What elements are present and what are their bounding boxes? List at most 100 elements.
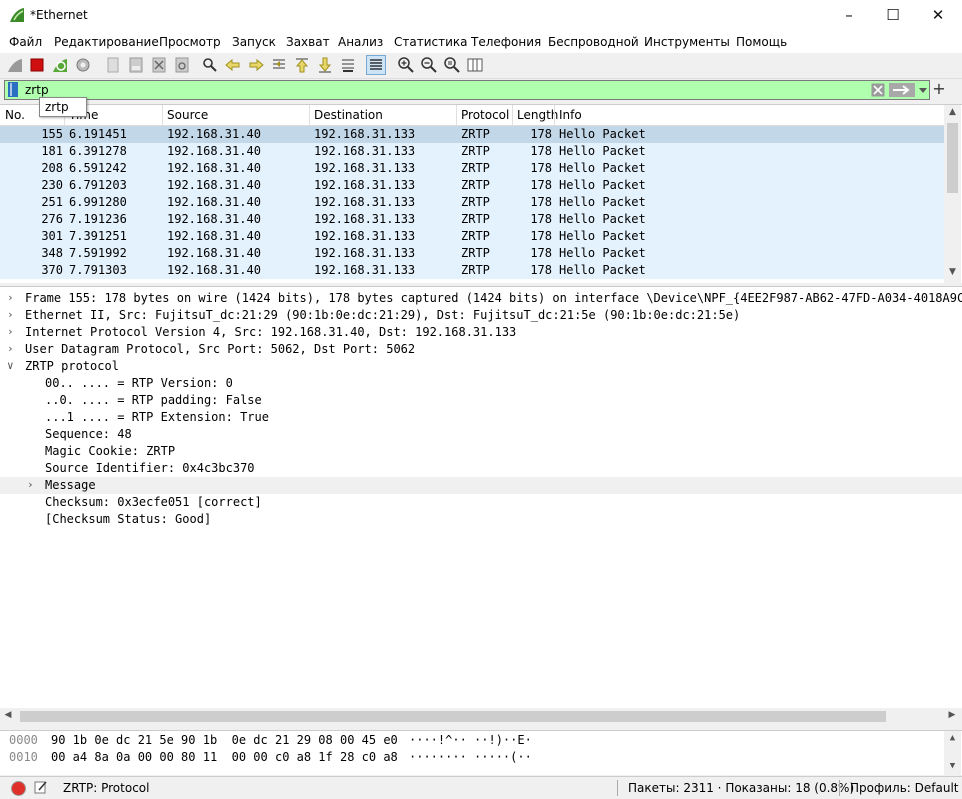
stop-icon[interactable]: [28, 56, 46, 74]
detail-text: Message: [45, 478, 96, 492]
detail-tree-item[interactable]: › Message: [0, 477, 962, 494]
clear-filter-icon[interactable]: [871, 83, 885, 97]
menu-analyze[interactable]: Анализ: [338, 35, 383, 49]
menu-help[interactable]: Помощь: [736, 35, 787, 49]
packet-row[interactable]: 251 6.991280 192.168.31.40 192.168.31.133 ZR…: [0, 194, 944, 211]
detail-tree-item[interactable]: › Ethernet II, Src: FujitsuT_dc:21:29 (90…: [0, 307, 962, 324]
packet-cell-no: 181: [41, 144, 63, 158]
resize-columns-icon[interactable]: [466, 56, 484, 74]
autoscroll-icon[interactable]: [339, 56, 357, 74]
filter-autocomplete-popup[interactable]: zrtp: [39, 97, 87, 117]
packet-row[interactable]: 208 6.591242 192.168.31.40 192.168.31.133 ZR…: [0, 160, 944, 177]
packet-row[interactable]: 181 6.391278 192.168.31.40 192.168.31.133 ZR…: [0, 143, 944, 160]
packet-list-scrollbar[interactable]: ▲ ▼: [944, 105, 961, 283]
menu-edit[interactable]: Редактирование: [54, 35, 159, 49]
scrollbar-thumb[interactable]: [947, 123, 958, 193]
column-header-no[interactable]: No.: [5, 108, 25, 122]
packet-cell-no: 208: [41, 161, 63, 175]
restart-icon[interactable]: [51, 56, 69, 74]
shark-fin-icon[interactable]: [6, 56, 24, 74]
packet-row[interactable]: 155 6.191451 192.168.31.40 192.168.31.133 ZR…: [0, 126, 944, 143]
menu-tools[interactable]: Инструменты: [644, 35, 730, 49]
detail-tree-item[interactable]: ..0. .... = RTP padding: False: [0, 392, 962, 409]
menu-telephony[interactable]: Телефония: [471, 35, 541, 49]
menu-file[interactable]: Файл: [9, 35, 42, 49]
detail-tree-item[interactable]: Checksum: 0x3ecfe051 [correct]: [0, 494, 962, 511]
details-horizontal-scrollbar[interactable]: ◀ ▶: [0, 708, 962, 725]
column-header-destination[interactable]: Destination: [314, 108, 383, 122]
zoom-normal-icon[interactable]: [443, 56, 461, 74]
packet-cell-source: 192.168.31.40: [167, 127, 261, 141]
last-packet-icon[interactable]: [316, 56, 334, 74]
packet-row[interactable]: 301 7.391251 192.168.31.40 192.168.31.133 ZR…: [0, 228, 944, 245]
detail-tree-item[interactable]: › Internet Protocol Version 4, Src: 192.1…: [0, 324, 962, 341]
bytes-hex: 00 a4 8a 0a 00 00 80 11 00 00 c0 a8 1f 2…: [51, 750, 398, 764]
packet-cell-info: Hello Packet: [559, 144, 646, 158]
menu-statistics[interactable]: Статистика: [394, 35, 468, 49]
column-header-length[interactable]: Length: [517, 108, 558, 122]
save-file-icon[interactable]: [127, 56, 145, 74]
packet-cell-time: 7.591992: [69, 246, 127, 260]
colorize-icon[interactable]: [366, 55, 386, 75]
maximize-button[interactable]: ☐: [870, 0, 916, 31]
autocomplete-item[interactable]: zrtp: [45, 100, 69, 114]
menu-capture[interactable]: Захват: [286, 35, 330, 49]
detail-tree-item[interactable]: Source Identifier: 0x4c3bc370: [0, 460, 962, 477]
zoom-in-icon[interactable]: [397, 56, 415, 74]
menu-go[interactable]: Запуск: [232, 35, 276, 49]
detail-tree-item[interactable]: 00.. .... = RTP Version: 0: [0, 375, 962, 392]
detail-tree-item[interactable]: ∨ ZRTP protocol: [0, 358, 962, 375]
column-header-source[interactable]: Source: [167, 108, 208, 122]
back-icon[interactable]: [224, 56, 242, 74]
detail-text: Magic Cookie: ZRTP: [45, 444, 176, 458]
menu-wireless[interactable]: Беспроводной: [548, 35, 639, 49]
packet-row[interactable]: 348 7.591992 192.168.31.40 192.168.31.133 ZR…: [0, 245, 944, 262]
bookmark-icon[interactable]: [7, 82, 19, 97]
detail-tree-item[interactable]: Magic Cookie: ZRTP: [0, 443, 962, 460]
detail-tree-item[interactable]: [Checksum Status: Good]: [0, 511, 962, 528]
forward-icon[interactable]: [247, 56, 265, 74]
menu-view[interactable]: Просмотр: [159, 35, 221, 49]
goto-packet-icon[interactable]: [270, 56, 288, 74]
expert-info-icon[interactable]: [11, 781, 26, 796]
zoom-out-icon[interactable]: [420, 56, 438, 74]
collapse-arrow-icon[interactable]: ›: [7, 308, 17, 321]
collapse-arrow-icon[interactable]: ›: [7, 291, 17, 304]
collapse-arrow-icon[interactable]: ›: [7, 325, 17, 338]
apply-filter-arrow-icon[interactable]: [889, 83, 915, 97]
filter-history-dropdown-icon[interactable]: [917, 83, 929, 97]
packet-cell-no: 230: [41, 178, 63, 192]
status-profile[interactable]: Профиль: Default: [850, 781, 959, 795]
collapse-arrow-icon[interactable]: ›: [7, 342, 17, 355]
packet-cell-source: 192.168.31.40: [167, 246, 261, 260]
add-filter-button-icon[interactable]: +: [932, 79, 946, 99]
packet-cell-protocol: ZRTP: [461, 212, 490, 226]
close-window-button[interactable]: ✕: [915, 0, 961, 31]
detail-tree-item[interactable]: ...1 .... = RTP Extension: True: [0, 409, 962, 426]
packet-cell-length: 178: [530, 178, 552, 192]
packet-row[interactable]: 370 7.791303 192.168.31.40 192.168.31.133 ZR…: [0, 262, 944, 279]
open-file-icon[interactable]: [104, 56, 122, 74]
packet-row[interactable]: 276 7.191236 192.168.31.40 192.168.31.133 ZR…: [0, 211, 944, 228]
packet-cell-destination: 192.168.31.133: [314, 144, 416, 158]
display-filter-input[interactable]: [25, 81, 845, 99]
close-file-icon[interactable]: [150, 56, 168, 74]
collapse-arrow-icon[interactable]: ›: [27, 478, 37, 491]
scrollbar-thumb[interactable]: [20, 711, 886, 722]
detail-tree-item[interactable]: › Frame 155: 178 bytes on wire (1424 bits…: [0, 290, 962, 307]
detail-tree-item[interactable]: › User Datagram Protocol, Src Port: 5062,…: [0, 341, 962, 358]
options-gear-icon[interactable]: [74, 56, 92, 74]
column-header-info[interactable]: Info: [559, 108, 582, 122]
detail-tree-item[interactable]: Sequence: 48: [0, 426, 962, 443]
minimize-button[interactable]: –: [826, 0, 872, 31]
column-header-protocol[interactable]: Protocol: [461, 108, 509, 122]
bytes-scrollbar[interactable]: ▲ ▼: [944, 731, 961, 775]
reload-file-icon[interactable]: [173, 56, 191, 74]
first-packet-icon[interactable]: [293, 56, 311, 74]
packet-row[interactable]: 230 6.791203 192.168.31.40 192.168.31.133 ZR…: [0, 177, 944, 194]
packet-cell-info: Hello Packet: [559, 263, 646, 277]
capture-comment-icon[interactable]: [34, 780, 48, 794]
expand-arrow-icon[interactable]: ∨: [7, 359, 17, 372]
packet-cell-time: 6.791203: [69, 178, 127, 192]
find-icon[interactable]: [201, 56, 219, 74]
